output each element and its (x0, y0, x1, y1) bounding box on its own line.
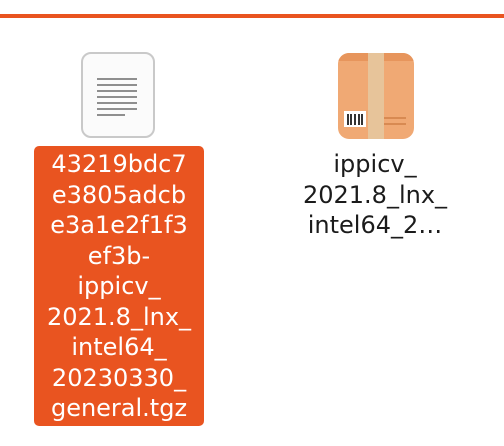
barcode-icon (344, 111, 366, 127)
file-name-line: e3a1e2f1f3 (50, 211, 188, 239)
file-name-line: ef3b- (87, 241, 151, 270)
package-archive-icon (338, 53, 414, 139)
file-name-line: 43219bdc7 (51, 150, 187, 178)
file-name-line: 20230330_ (51, 363, 187, 392)
file-name-line: ippicv_ (333, 150, 417, 178)
file-name-line: intel64_ (71, 333, 167, 361)
file-name-line: general.tgz (50, 394, 188, 422)
file-name-line: 2021.8_lnx_ (302, 180, 448, 209)
file-name-line: ippicv_ (77, 272, 161, 300)
file-grid: 43219bdc7 e3805adcb e3a1e2f1f3 ef3b- ipp… (0, 18, 504, 446)
file-name-line: intel64_2… (307, 211, 443, 239)
text-document-icon (81, 52, 155, 138)
header-bar (0, 0, 504, 18)
file-name-line: 2021.8_lnx_ (46, 302, 192, 331)
file-name-label: 43219bdc7 e3805adcb e3a1e2f1f3 ef3b- ipp… (34, 146, 204, 426)
file-name-line: e3805adcb (51, 180, 187, 209)
file-name-label: ippicv_ 2021.8_lnx_ intel64_2… (290, 149, 460, 241)
